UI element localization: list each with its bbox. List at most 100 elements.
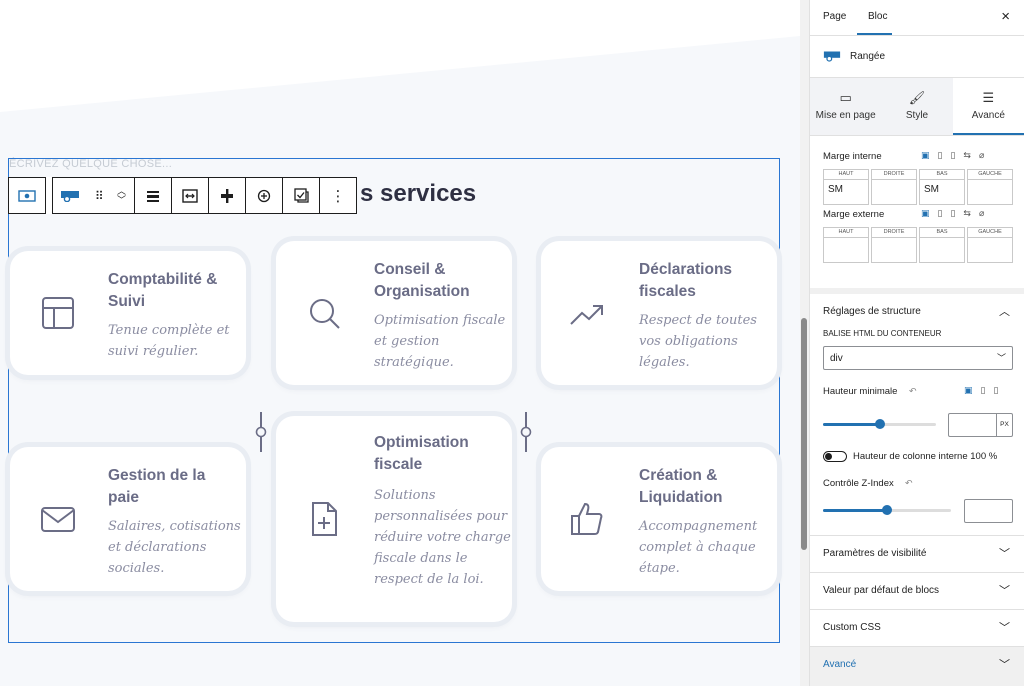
card-desc-line: Tenue complète et	[108, 323, 230, 338]
card-desc-line: réduire votre charge	[374, 530, 511, 545]
custom-css-panel[interactable]: Custom CSS ﹀	[810, 609, 1024, 646]
tab-advanced[interactable]: ☰ Avancé	[952, 78, 1024, 135]
min-height-slider-fill	[823, 423, 879, 426]
settings-sliders-icon[interactable]: ⇆	[963, 208, 971, 219]
editor-canvas: ÉCRIVEZ QUELQUE CHOSE... s services Comp…	[0, 0, 800, 686]
drag-handle-icon[interactable]: ⠿	[95, 189, 104, 203]
brush-icon: 🖌	[908, 90, 926, 105]
card-title-line: Création &	[639, 467, 718, 484]
min-height-input[interactable]: PX	[948, 413, 1013, 437]
zindex-input[interactable]	[964, 499, 1013, 523]
padding-left-field[interactable]: GAUCHE	[967, 169, 1013, 205]
service-card[interactable]: Déclarations fiscales Respect de toutes vo…	[541, 241, 777, 385]
mobile-icon[interactable]: ▯	[950, 150, 955, 161]
service-card[interactable]: Création & Liquidation Accompagnement comp…	[541, 447, 777, 591]
more-options-button[interactable]: ⋮	[320, 178, 356, 213]
card-desc-line: personnalisées pour	[374, 509, 508, 524]
vertical-align-icon	[221, 188, 233, 203]
close-icon[interactable]: ×	[1001, 8, 1010, 25]
tab-style-label: Style	[905, 110, 929, 121]
block-defaults-panel-title: Valeur par défaut de blocs	[823, 585, 940, 596]
vertical-align-button[interactable]	[209, 178, 246, 213]
section-heading[interactable]: s services	[360, 180, 476, 208]
desktop-icon[interactable]: ▣	[921, 208, 930, 219]
margin-right-field[interactable]: DROITE	[871, 227, 917, 263]
mail-icon	[40, 501, 76, 537]
padding-right-field[interactable]: DROITE	[871, 169, 917, 205]
html-tag-value: div	[830, 353, 843, 364]
add-column-button[interactable]	[246, 178, 283, 213]
margin-left-field[interactable]: GAUCHE	[967, 227, 1013, 263]
margin-bottom-field[interactable]: BAS	[919, 227, 965, 263]
reset-icon[interactable]: ↶	[905, 478, 913, 489]
tab-layout-label: Mise en page	[815, 110, 876, 121]
unlink-icon[interactable]: ⌀	[979, 208, 984, 219]
block-defaults-panel[interactable]: Valeur par défaut de blocs ﹀	[810, 572, 1024, 609]
service-card[interactable]: Comptabilité & Suivi Tenue complète et sui…	[10, 251, 246, 375]
card-title-line: fiscale	[374, 456, 423, 473]
padding-top-field[interactable]: HAUT SM	[823, 169, 869, 205]
card-desc-line: Salaires, cotisations	[108, 519, 241, 534]
html-tag-select[interactable]: div ﹀	[823, 346, 1013, 370]
card-desc-line: sociales.	[108, 561, 165, 576]
mobile-icon[interactable]: ▯	[950, 208, 955, 219]
canvas-scrollbar-thumb[interactable]	[801, 318, 807, 550]
align-center-icon	[147, 190, 159, 202]
add-circle-icon	[257, 189, 271, 202]
zindex-slider-thumb[interactable]	[882, 505, 892, 515]
move-down-icon[interactable]: ﹀	[117, 195, 126, 205]
sidebar-tabs: Page Bloc ×	[810, 0, 1024, 36]
block-type-button[interactable]: ⠿	[53, 178, 109, 213]
chevron-down-icon: ﹀	[999, 659, 1010, 671]
tab-style[interactable]: 🖌 Style	[881, 78, 953, 135]
inspector-sub-tabs: ▭ Mise en page 🖌 Style ☰ Avancé	[810, 78, 1024, 136]
visibility-panel[interactable]: Paramètres de visibilité ﹀	[810, 535, 1024, 572]
tab-layout[interactable]: ▭ Mise en page	[810, 78, 882, 135]
row-block-icon	[61, 190, 80, 202]
width-arrows-icon	[182, 188, 198, 203]
service-card[interactable]: Conseil & Organisation Optimisation fisca…	[276, 241, 512, 385]
column-resize-handle[interactable]	[255, 412, 267, 452]
structure-panel-header[interactable]: Réglages de structure ︿	[810, 288, 1024, 326]
min-height-slider-thumb[interactable]	[875, 419, 885, 429]
full-width-button[interactable]	[172, 178, 209, 213]
tablet-icon[interactable]: ▯	[981, 385, 986, 396]
toggle-knob	[825, 453, 832, 460]
reset-icon[interactable]: ↶	[909, 386, 917, 397]
card-desc-line: Accompagnement	[639, 519, 758, 534]
tab-page[interactable]: Page	[823, 11, 846, 22]
service-card[interactable]: Gestion de la paie Salaires, cotisations e…	[10, 447, 246, 591]
min-height-label: Hauteur minimale	[823, 386, 898, 397]
service-card[interactable]: Optimisation fiscale Solutions personnalis…	[276, 416, 512, 622]
copy-style-button[interactable]	[283, 178, 320, 213]
card-title-line: Optimisation	[374, 434, 469, 451]
mobile-icon[interactable]: ▯	[993, 385, 998, 396]
card-title-line: Organisation	[374, 283, 470, 300]
inner-height-toggle[interactable]	[823, 451, 847, 462]
unit-selector[interactable]: PX	[996, 414, 1012, 436]
zindex-label: Contrôle Z-Index	[823, 478, 894, 489]
padding-bottom-field[interactable]: BAS SM	[919, 169, 965, 205]
tab-advanced-label: Avancé	[971, 110, 1005, 121]
settings-sliders-icon[interactable]: ⇆	[963, 150, 971, 161]
card-desc-line: complet à chaque	[639, 540, 756, 555]
align-button[interactable]	[135, 178, 172, 213]
select-parent-button[interactable]	[9, 178, 45, 213]
block-name: Rangée	[850, 51, 886, 62]
move-buttons[interactable]: ︿ ﹀	[109, 178, 135, 213]
desktop-icon[interactable]: ▣	[921, 150, 930, 161]
advanced-panel[interactable]: Avancé ﹀	[810, 646, 1024, 686]
min-height-device-icons: ▣ ▯ ▯	[964, 385, 998, 396]
desktop-icon[interactable]: ▣	[964, 385, 973, 396]
parent-selector-group	[8, 177, 46, 214]
tablet-icon[interactable]: ▯	[938, 150, 943, 161]
tablet-icon[interactable]: ▯	[938, 208, 943, 219]
tab-bloc[interactable]: Bloc	[868, 11, 887, 22]
unlink-icon[interactable]: ⌀	[979, 150, 984, 161]
visibility-panel-title: Paramètres de visibilité	[823, 548, 927, 559]
chevron-down-icon: ﹀	[999, 622, 1010, 634]
margin-top-field[interactable]: HAUT	[823, 227, 869, 263]
card-desc-line: Solutions	[374, 488, 436, 503]
column-resize-handle[interactable]	[520, 412, 532, 452]
advanced-panel-title: Avancé	[823, 659, 857, 670]
